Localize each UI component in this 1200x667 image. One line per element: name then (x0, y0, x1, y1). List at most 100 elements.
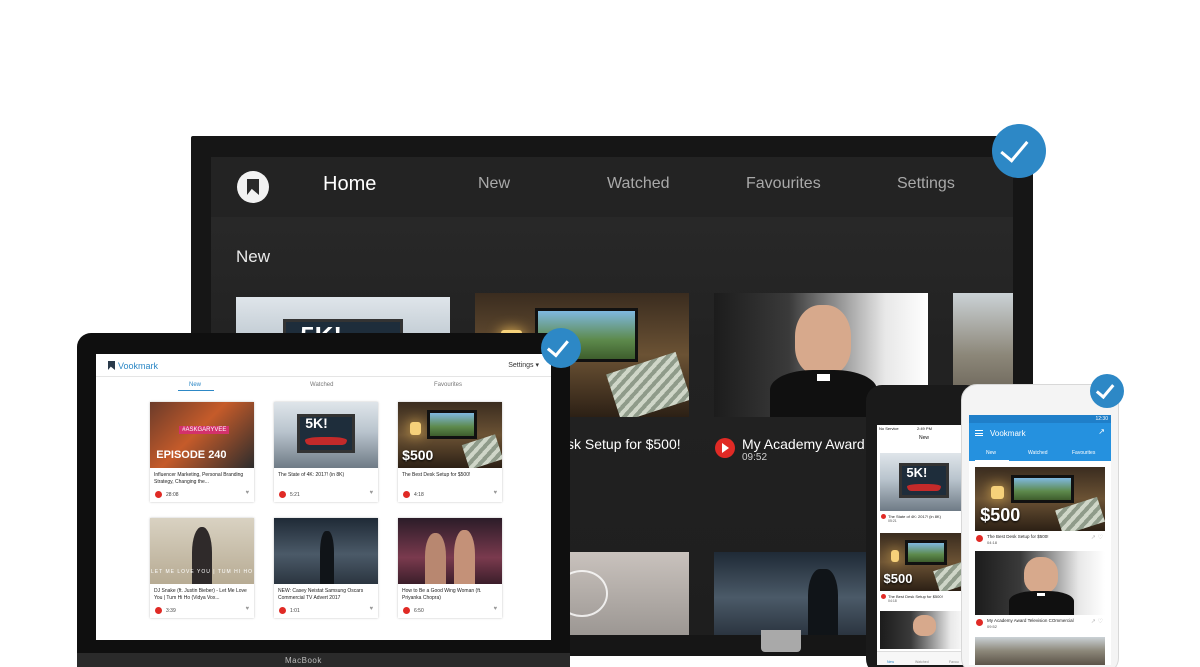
person-image (1024, 557, 1059, 594)
video-title: How to Be a Good Wing Woman (ft. Priyank… (402, 588, 482, 601)
video-title: The Best Desk Setup for $500! (987, 534, 1049, 539)
video-thumbnail: $500 (975, 467, 1105, 531)
video-duration: 3:39 (166, 608, 176, 614)
device-label: MacBook (285, 656, 322, 665)
tv-tab-home[interactable]: Home (323, 173, 376, 196)
caret-down-icon: ▾ (535, 362, 539, 369)
video-title: DJ Snake (ft. Justin Bieber) - Let Me Lo… (154, 588, 247, 601)
app-title: Vookmark (990, 429, 1026, 438)
divider (96, 376, 551, 377)
video-card[interactable]: $500 The Best Desk Setup for $500! 4:18 … (398, 402, 502, 502)
tab-favourites[interactable]: Favourites (1072, 450, 1095, 456)
page-title: New (918, 435, 929, 441)
vookmark-logo[interactable]: Vookmark (108, 361, 158, 371)
monitor-image (427, 409, 478, 439)
android-screen: 12:30 Vookmark ↗ New Watched Favourites … (969, 415, 1111, 665)
tab-favourites[interactable]: Favou (949, 660, 959, 664)
youtube-icon (403, 491, 410, 498)
check-badge-icon (992, 124, 1046, 178)
video-thumbnail: $500 (398, 402, 502, 468)
video-title: Influencer Marketing, Personal Branding … (154, 472, 244, 485)
thumb-label: $500 (402, 446, 434, 463)
tab-indicator (975, 460, 1009, 461)
video-thumbnail (975, 637, 1105, 665)
video-title: My Academy Award Television COmmercial (987, 618, 1074, 623)
video-duration: 28:08 (166, 492, 179, 498)
status-time: 2:49 PM (917, 426, 932, 431)
video-thumbnail: 5K! (880, 453, 968, 511)
video-duration: 5:21 (290, 492, 300, 498)
share-heart-icon[interactable]: ↗ ♡ (1091, 618, 1103, 625)
heart-icon[interactable]: ♥ (245, 490, 249, 496)
tv-nav-bar: Home New Watched Favourites Settings (211, 157, 1013, 217)
youtube-icon (279, 491, 286, 498)
video-thumbnail: $500 (880, 533, 968, 591)
heart-icon[interactable]: ♥ (369, 606, 373, 612)
video-duration: 04:18 (987, 540, 998, 545)
tv-tab-settings[interactable]: Settings (897, 175, 955, 193)
youtube-icon (403, 607, 410, 614)
person-image (795, 305, 851, 375)
video-card[interactable]: LET ME LOVE YOU | TUM HI HO DJ Snake (ft… (150, 518, 254, 618)
tv-video-duration: 09:52 (742, 452, 768, 463)
laptop-screen: Vookmark Settings ▾ New Watched Favourit… (96, 354, 551, 640)
monitor-image (1011, 474, 1074, 503)
person-image (319, 531, 335, 584)
heart-icon[interactable]: ♥ (245, 606, 249, 612)
share-heart-icon[interactable]: ↗ ♡ (1091, 534, 1103, 541)
thumb-label: $500 (980, 504, 1021, 525)
tv-tab-watched[interactable]: Watched (607, 175, 670, 193)
video-card[interactable]: NEW: Casey Neistat Samsung Oscars Commer… (274, 518, 378, 618)
android-device: 12:30 Vookmark ↗ New Watched Favourites … (961, 384, 1119, 667)
youtube-icon (155, 491, 162, 498)
heart-icon[interactable]: ♥ (493, 490, 497, 496)
youtube-icon (715, 438, 735, 458)
video-duration: 1:01 (290, 608, 300, 614)
tv-video-title: My Academy Award Te (742, 436, 884, 452)
video-card[interactable]: How to Be a Good Wing Woman (ft. Priyank… (398, 518, 502, 618)
video-duration: 04:18 (888, 599, 897, 603)
person-image (913, 614, 937, 637)
tab-new[interactable]: New (986, 450, 996, 456)
video-thumbnail: #ASKGARYVEE EPISODE 240 (150, 402, 254, 468)
tv-tab-favourites[interactable]: Favourites (746, 175, 821, 193)
video-card[interactable]: 5K! The State of 4K: 2017! (in 8K) 5:21 … (274, 402, 378, 502)
iphone-screen: No Service 2:49 PM New 5K! The State of … (877, 425, 971, 665)
tab-new[interactable]: New (189, 382, 201, 388)
tv-tab-new[interactable]: New (478, 175, 510, 193)
vookmark-logo-icon (237, 171, 269, 203)
tuxedo-image (769, 369, 877, 417)
check-badge-icon (1090, 374, 1124, 408)
tv-video-title: sk Setup for $500! (567, 436, 681, 452)
tab-watched[interactable]: Watched (1028, 450, 1048, 456)
youtube-icon (976, 619, 983, 626)
video-card[interactable]: #ASKGARYVEE EPISODE 240 Influencer Marke… (150, 402, 254, 502)
tab-favourites[interactable]: Favourites (434, 382, 462, 388)
youtube-icon (881, 514, 886, 519)
thumb-label: 5K! (305, 415, 328, 432)
monitor-image (904, 539, 947, 566)
thumb-label: $500 (883, 571, 913, 587)
person-image (191, 527, 213, 584)
heart-icon[interactable]: ♥ (369, 490, 373, 496)
person-image (808, 568, 839, 635)
heart-icon[interactable]: ♥ (493, 606, 497, 612)
youtube-icon (155, 607, 162, 614)
settings-menu[interactable]: Settings ▾ (508, 361, 539, 369)
tab-watched[interactable]: Watched (310, 382, 333, 388)
thumb-tag: #ASKGARYVEE (179, 425, 230, 434)
status-time: 12:30 (1095, 416, 1108, 422)
video-thumbnail: LET ME LOVE YOU | TUM HI HO (150, 518, 254, 584)
tab-new[interactable]: New (887, 660, 894, 664)
status-bar: 12:30 (969, 415, 1111, 423)
hamburger-icon[interactable] (975, 430, 983, 436)
lamp-image (890, 550, 900, 562)
app-bar: Vookmark ↗ (969, 423, 1111, 445)
tab-watched[interactable]: Watched (915, 660, 929, 664)
video-duration: 09:52 (987, 624, 998, 629)
video-title: NEW: Casey Neistat Samsung Oscars Commer… (278, 588, 364, 601)
youtube-icon (279, 607, 286, 614)
settings-label: Settings (508, 362, 534, 369)
share-icon[interactable]: ↗ (1098, 427, 1105, 436)
video-duration: 6:50 (414, 608, 424, 614)
